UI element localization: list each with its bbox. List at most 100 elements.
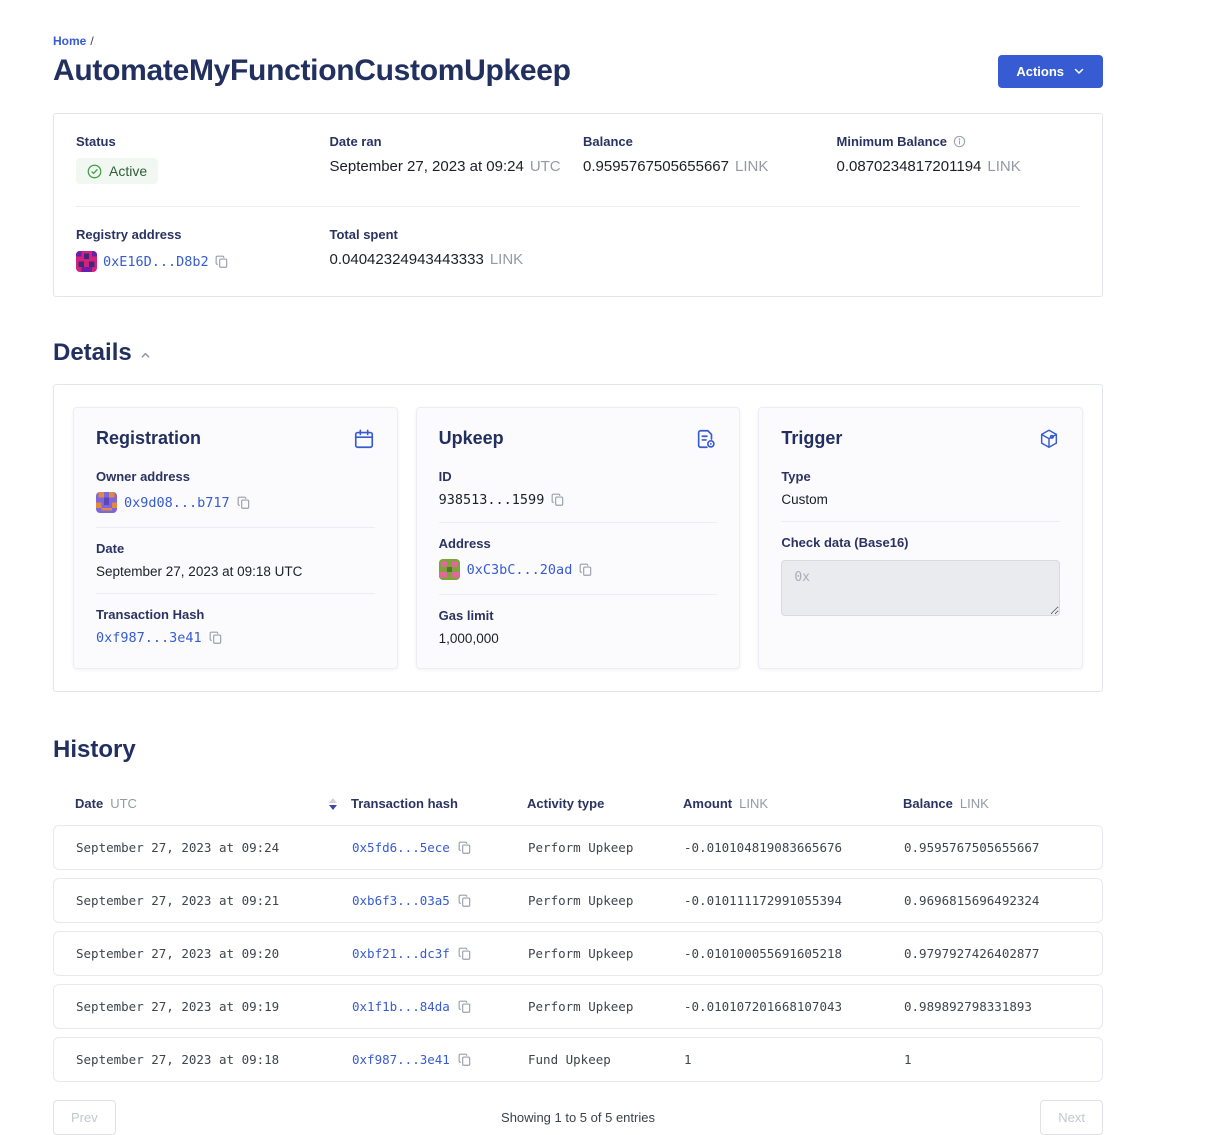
row-activity: Perform Upkeep	[528, 893, 684, 908]
trigger-type-section: Type Custom	[781, 456, 1060, 522]
history-table-body: September 27, 2023 at 09:24 0x5fd6...5ec…	[53, 825, 1103, 1082]
page-title: AutomateMyFunctionCustomUpkeep	[53, 54, 571, 88]
date-ran-field: Date ran September 27, 2023 at 09:24 UTC	[330, 134, 574, 184]
row-date: September 27, 2023 at 09:24	[76, 840, 352, 855]
check-data-section: Check data (Base16)	[781, 522, 1060, 625]
actions-button[interactable]: Actions	[998, 55, 1103, 88]
status-field: Status Active	[76, 134, 320, 184]
check-data-label: Check data (Base16)	[781, 535, 1060, 550]
chevron-down-icon	[1073, 65, 1085, 77]
row-date: September 27, 2023 at 09:19	[76, 999, 352, 1014]
owner-address-link[interactable]: 0x9d08...b717	[124, 495, 230, 511]
registration-date-section: Date September 27, 2023 at 09:18 UTC	[96, 528, 375, 594]
column-hash-label: Transaction hash	[351, 796, 458, 811]
registry-identicon	[76, 251, 97, 272]
balance-value: 0.9595767505655667	[583, 158, 729, 175]
check-data-input[interactable]	[781, 560, 1060, 616]
row-balance: 0.9595767505655667	[904, 840, 1080, 855]
row-hash: 0xb6f3...03a5	[352, 893, 528, 908]
history-table-header: Date UTC Transaction hash Activity type …	[53, 796, 1103, 811]
breadcrumb: Home /	[53, 34, 1103, 48]
row-amount: -0.010104819083665676	[684, 840, 904, 855]
cube-icon	[1038, 428, 1060, 450]
tx-hash-link[interactable]: 0xbf21...dc3f	[352, 946, 450, 961]
tx-hash-link[interactable]: 0x5fd6...5ece	[352, 840, 450, 855]
registration-title: Registration	[96, 428, 201, 449]
table-row: September 27, 2023 at 09:24 0x5fd6...5ec…	[53, 825, 1103, 870]
chevron-up-icon[interactable]	[140, 350, 151, 361]
actions-button-label: Actions	[1016, 64, 1064, 79]
transaction-hash-label: Transaction Hash	[96, 607, 375, 622]
copy-icon[interactable]	[579, 563, 593, 577]
owner-identicon	[96, 492, 117, 513]
min-balance-value: 0.0870234817201194	[837, 158, 982, 175]
row-amount: -0.010107201668107043	[684, 999, 904, 1014]
document-gear-icon	[695, 428, 717, 450]
copy-icon[interactable]	[458, 1000, 472, 1014]
row-activity: Perform Upkeep	[528, 946, 684, 961]
tx-hash-link[interactable]: 0x1f1b...84da	[352, 999, 450, 1014]
transaction-hash-section: Transaction Hash 0xf987...3e41	[96, 594, 375, 650]
copy-icon[interactable]	[215, 255, 229, 269]
copy-icon[interactable]	[458, 894, 472, 908]
breadcrumb-separator: /	[90, 34, 93, 48]
table-row: September 27, 2023 at 09:18 0xf987...3e4…	[53, 1037, 1103, 1082]
pagination-summary: Showing 1 to 5 of 5 entries	[501, 1110, 655, 1125]
upkeep-card: Upkeep ID 938513...1599 Address	[416, 407, 741, 669]
column-amount-unit: LINK	[739, 796, 768, 811]
copy-icon[interactable]	[458, 841, 472, 855]
owner-address-label: Owner address	[96, 469, 375, 484]
registry-address-link[interactable]: 0xE16D...D8b2	[103, 254, 209, 270]
status-badge: Active	[76, 158, 158, 184]
copy-icon[interactable]	[209, 631, 223, 645]
upkeep-id-value: 938513...1599	[439, 492, 545, 508]
copy-icon[interactable]	[458, 947, 472, 961]
upkeep-id-section: ID 938513...1599	[439, 456, 718, 523]
row-balance: 0.9797927426402877	[904, 946, 1080, 961]
registration-date-value: September 27, 2023 at 09:18 UTC	[96, 564, 302, 579]
gas-limit-label: Gas limit	[439, 608, 718, 623]
min-balance-field: Minimum Balance 0.0870234817201194 LINK	[837, 134, 1081, 184]
balance-field: Balance 0.9595767505655667 LINK	[583, 134, 827, 184]
check-circle-icon	[87, 164, 102, 179]
column-balance: Balance LINK	[903, 796, 1081, 811]
column-date-label: Date	[75, 796, 103, 811]
transaction-hash-link[interactable]: 0xf987...3e41	[96, 630, 202, 646]
upkeep-id-label: ID	[439, 469, 718, 484]
sort-icon[interactable]	[329, 798, 337, 810]
registration-date-label: Date	[96, 541, 375, 556]
row-balance: 1	[904, 1052, 1080, 1067]
date-ran-suffix: UTC	[530, 158, 561, 175]
column-date[interactable]: Date UTC	[75, 796, 351, 811]
row-activity: Perform Upkeep	[528, 999, 684, 1014]
prev-button[interactable]: Prev	[53, 1100, 116, 1135]
copy-icon[interactable]	[458, 1053, 472, 1067]
trigger-type-value: Custom	[781, 492, 828, 507]
gas-limit-section: Gas limit 1,000,000	[439, 595, 718, 650]
next-button[interactable]: Next	[1040, 1100, 1103, 1135]
tx-hash-link[interactable]: 0xb6f3...03a5	[352, 893, 450, 908]
upkeep-title: Upkeep	[439, 428, 504, 449]
row-balance: 0.9696815696492324	[904, 893, 1080, 908]
upkeep-address-section: Address 0xC3bC...20ad	[439, 523, 718, 595]
trigger-title: Trigger	[781, 428, 842, 449]
title-row: AutomateMyFunctionCustomUpkeep Actions	[53, 54, 1103, 88]
row-amount: -0.010100055691605218	[684, 946, 904, 961]
column-amount: Amount LINK	[683, 796, 903, 811]
history-heading-text: History	[53, 736, 136, 764]
info-icon[interactable]	[953, 135, 966, 148]
breadcrumb-home-link[interactable]: Home	[53, 34, 86, 48]
table-row: September 27, 2023 at 09:20 0xbf21...dc3…	[53, 931, 1103, 976]
tx-hash-link[interactable]: 0xf987...3e41	[352, 1052, 450, 1067]
pagination: Prev Showing 1 to 5 of 5 entries Next	[53, 1100, 1103, 1135]
copy-icon[interactable]	[551, 493, 565, 507]
summary-divider	[76, 206, 1080, 207]
page-container: Home / AutomateMyFunctionCustomUpkeep Act…	[53, 0, 1103, 1135]
calendar-icon	[353, 428, 375, 450]
copy-icon[interactable]	[237, 496, 251, 510]
column-balance-label: Balance	[903, 796, 953, 811]
table-row: September 27, 2023 at 09:19 0x1f1b...84d…	[53, 984, 1103, 1029]
date-ran-label: Date ran	[330, 134, 574, 149]
status-label: Status	[76, 134, 320, 149]
upkeep-address-link[interactable]: 0xC3bC...20ad	[467, 562, 573, 578]
